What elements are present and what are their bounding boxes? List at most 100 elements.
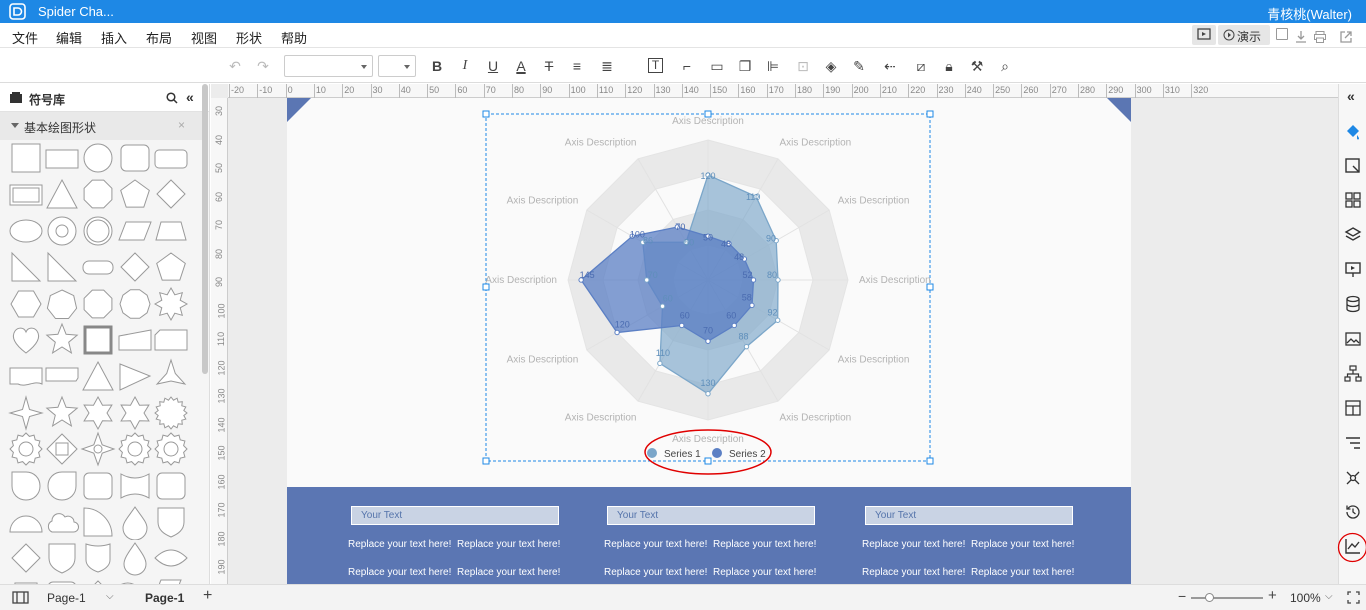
shape-hept[interactable] bbox=[44, 286, 80, 322]
edit-shape-icon[interactable]: ⧄ bbox=[912, 57, 930, 75]
text-box-line[interactable]: Replace your text here! bbox=[971, 539, 1074, 550]
menu-layout[interactable]: 布局 bbox=[146, 28, 172, 47]
zoom-slider[interactable] bbox=[1191, 593, 1263, 602]
fullscreen-icon[interactable] bbox=[1347, 591, 1360, 604]
shape-lens[interactable] bbox=[153, 540, 189, 576]
shape-star8[interactable] bbox=[153, 286, 189, 322]
page-tab-active[interactable]: Page-1 bbox=[145, 591, 184, 605]
text-box-line[interactable]: Replace your text here! bbox=[604, 567, 707, 578]
add-page-icon[interactable]: + bbox=[203, 587, 212, 605]
resize-handle[interactable] bbox=[926, 110, 934, 118]
shape-rrect[interactable] bbox=[80, 468, 116, 504]
gantt-icon[interactable] bbox=[1344, 434, 1362, 452]
presentation-icon[interactable] bbox=[1344, 261, 1362, 279]
chevron-down-icon[interactable]: ⌵ bbox=[1325, 591, 1333, 602]
data-point[interactable] bbox=[775, 317, 781, 323]
lock-icon[interactable]: 🔒︎ bbox=[940, 57, 958, 75]
shape-shield2[interactable] bbox=[80, 540, 116, 576]
format-icon[interactable] bbox=[1344, 157, 1362, 175]
shape-star6[interactable] bbox=[80, 395, 116, 431]
shape-gear[interactable] bbox=[117, 431, 153, 467]
shape-plaque[interactable] bbox=[8, 577, 44, 584]
underline-icon[interactable]: U bbox=[484, 57, 502, 75]
data-point[interactable] bbox=[705, 391, 711, 397]
shape-gear[interactable] bbox=[153, 431, 189, 467]
line-color-icon[interactable]: ✎ bbox=[850, 57, 868, 75]
data-point[interactable] bbox=[743, 343, 750, 350]
shape-dia[interactable] bbox=[8, 540, 44, 576]
menu-view[interactable]: 视图 bbox=[191, 28, 217, 47]
menu-insert[interactable]: 插入 bbox=[101, 28, 127, 47]
table-icon[interactable] bbox=[1344, 399, 1362, 417]
resize-handle[interactable] bbox=[482, 110, 490, 118]
shape-tri2[interactable] bbox=[117, 358, 153, 394]
text-box-line[interactable]: Replace your text here! bbox=[348, 567, 451, 578]
connector-icon[interactable]: ⌐ bbox=[678, 57, 696, 75]
group-icon[interactable]: ⊡ bbox=[794, 57, 812, 75]
shape-tear2[interactable] bbox=[44, 468, 80, 504]
slideshow-button[interactable] bbox=[1192, 25, 1216, 45]
shape-quarter[interactable] bbox=[80, 504, 116, 540]
find-icon[interactable]: ⌕ bbox=[996, 57, 1014, 75]
menu-file[interactable]: 文件 bbox=[12, 28, 38, 47]
text-box-line[interactable]: Replace your text here! bbox=[713, 539, 816, 550]
shape-burst[interactable] bbox=[153, 395, 189, 431]
download-icon[interactable] bbox=[1294, 27, 1308, 47]
data-point[interactable] bbox=[614, 329, 620, 336]
save-icon[interactable] bbox=[1276, 28, 1288, 40]
resize-handle[interactable] bbox=[926, 457, 934, 465]
shape-ring2[interactable] bbox=[80, 213, 116, 249]
print-icon[interactable] bbox=[1313, 27, 1327, 47]
close-icon[interactable]: × bbox=[178, 118, 185, 132]
text-box-line[interactable]: Replace your text here! bbox=[862, 567, 965, 578]
menu-help[interactable]: 帮助 bbox=[281, 28, 307, 47]
shape-rrectw[interactable] bbox=[153, 140, 189, 176]
expand-panel-icon[interactable]: « bbox=[1347, 88, 1355, 104]
text-box-line[interactable]: Replace your text here! bbox=[713, 567, 816, 578]
shape-rrect[interactable] bbox=[44, 577, 80, 584]
shape-dia[interactable] bbox=[117, 249, 153, 285]
shape-dia[interactable] bbox=[153, 176, 189, 212]
shape-star3[interactable] bbox=[153, 358, 189, 394]
shape-dec[interactable] bbox=[117, 286, 153, 322]
library-scrollbar[interactable] bbox=[202, 84, 208, 374]
share-icon[interactable] bbox=[1339, 27, 1353, 47]
zoom-out-icon[interactable]: − bbox=[1178, 588, 1186, 604]
shape-circ[interactable] bbox=[80, 140, 116, 176]
shape-trap[interactable] bbox=[153, 213, 189, 249]
data-point[interactable] bbox=[679, 322, 685, 329]
data-point[interactable] bbox=[657, 360, 663, 367]
zoom-slider-handle[interactable] bbox=[1205, 593, 1214, 602]
shape-dia[interactable] bbox=[80, 577, 116, 584]
data-point[interactable] bbox=[659, 303, 666, 309]
text-box-line[interactable]: Replace your text here! bbox=[862, 539, 965, 550]
shape-flag[interactable] bbox=[117, 577, 153, 584]
shape-frame[interactable] bbox=[8, 176, 44, 212]
grid-icon[interactable] bbox=[1344, 191, 1362, 209]
shape-ell[interactable] bbox=[8, 213, 44, 249]
redo-icon[interactable]: ↷ bbox=[254, 57, 272, 75]
shape-para[interactable] bbox=[117, 213, 153, 249]
text-box-title[interactable]: Your Text bbox=[865, 506, 1073, 525]
data-point[interactable] bbox=[705, 338, 711, 344]
undo-icon[interactable]: ↶ bbox=[226, 57, 244, 75]
shape-pill[interactable] bbox=[80, 249, 116, 285]
fill-style-icon[interactable] bbox=[1344, 122, 1362, 140]
shape-star6[interactable] bbox=[117, 395, 153, 431]
shape-tri[interactable] bbox=[80, 358, 116, 394]
page-list-icon[interactable] bbox=[12, 591, 29, 604]
diagram-page[interactable]: 120 110 90 80 92 88 130 110 60 70 86 50 50 48 48 52 58 60… bbox=[287, 98, 1131, 584]
shape-half[interactable] bbox=[8, 504, 44, 540]
shape-rrect[interactable] bbox=[153, 468, 189, 504]
data-icon[interactable] bbox=[1344, 295, 1362, 313]
shape-rtri[interactable] bbox=[8, 249, 44, 285]
shape-star4[interactable] bbox=[8, 394, 44, 431]
shape-gear[interactable] bbox=[8, 431, 44, 467]
page-tab-dropdown[interactable]: Page-1 bbox=[47, 591, 86, 605]
shape-drop2[interactable] bbox=[117, 540, 153, 576]
shape-diasq[interactable] bbox=[44, 431, 80, 467]
shape-cut[interactable] bbox=[153, 322, 189, 358]
text-box-line[interactable]: Replace your text here! bbox=[457, 567, 560, 578]
shape-slant[interactable] bbox=[117, 322, 153, 358]
font-size-select[interactable] bbox=[378, 55, 416, 77]
